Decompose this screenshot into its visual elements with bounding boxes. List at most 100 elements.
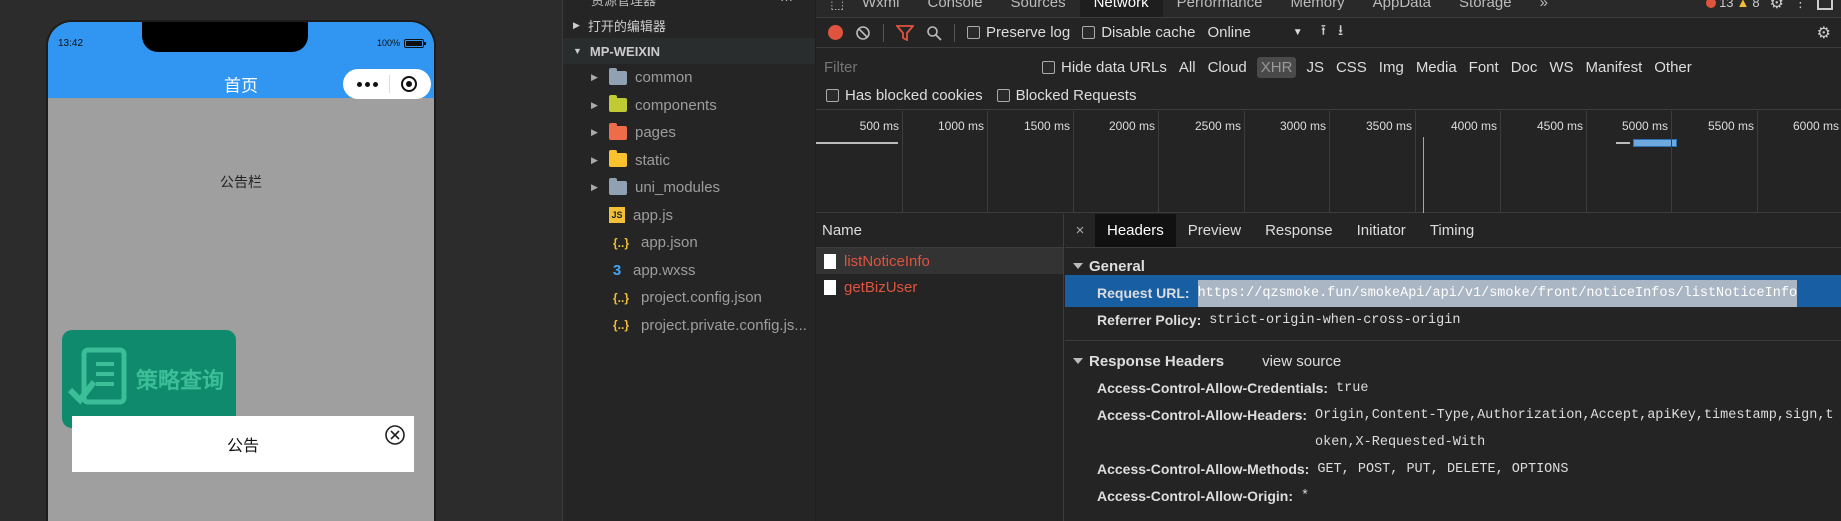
header-value: true (1336, 381, 1369, 396)
request-row[interactable]: getBizUser (816, 274, 1063, 300)
timeline-tick-label: 2500 ms (1194, 119, 1241, 133)
type-filter-other[interactable]: Other (1652, 57, 1694, 78)
timeline-tick-label: 5000 ms (1621, 119, 1668, 133)
download-icon[interactable]: ⭳ (1338, 20, 1343, 45)
throttling-select[interactable]: Online ▼ (1207, 24, 1302, 41)
type-filter-all[interactable]: All (1177, 57, 1198, 78)
error-badge[interactable]: 13 ▲ 8 (1706, 0, 1760, 10)
tree-item-common[interactable]: ▶ common (563, 64, 815, 92)
exit-circle-icon[interactable] (401, 76, 418, 92)
has-blocked-cookies-checkbox[interactable]: Has blocked cookies (826, 87, 983, 104)
more-tabs-icon[interactable]: » (1526, 0, 1562, 17)
tree-item-label: app.js (633, 206, 674, 224)
type-filter-img[interactable]: Img (1377, 57, 1406, 78)
name-column-header[interactable]: Name (816, 214, 1063, 248)
detail-tab-response[interactable]: Response (1253, 214, 1345, 247)
js-file-icon: JS (609, 207, 625, 224)
tree-item-pages[interactable]: ▶ pages (563, 119, 815, 147)
tab-console[interactable]: Console (914, 0, 997, 17)
detail-tab-preview[interactable]: Preview (1176, 214, 1253, 247)
project-section[interactable]: ▼ MP-WEIXIN (563, 38, 815, 64)
tree-item-project-config-json[interactable]: {..} project.config.json (563, 284, 815, 312)
type-filter-ws[interactable]: WS (1547, 57, 1575, 78)
more-icon[interactable] (356, 81, 378, 87)
timeline-tick: 3500 ms (1366, 111, 1416, 212)
tab-network[interactable]: Network (1079, 0, 1163, 17)
timeline-tick: 3000 ms (1280, 111, 1330, 212)
hide-data-urls-checkbox[interactable]: Hide data URLs (1042, 59, 1167, 76)
timeline-tick-label: 1000 ms (937, 119, 984, 133)
tree-item-components[interactable]: ▶ components (563, 92, 815, 120)
type-filter-css[interactable]: CSS (1334, 57, 1369, 78)
more-actions-icon[interactable]: ··· (780, 0, 793, 7)
warning-icon: ▲ (1736, 0, 1750, 10)
network-timeline[interactable]: 500 ms 1000 ms 1500 ms 2000 ms 2500 ms 3000 m… (816, 111, 1841, 213)
tree-item-uni-modules[interactable]: ▶ uni_modules (563, 174, 815, 202)
request-url-row[interactable]: Request URL: https://qzsmoke.fun/smokeAp… (1065, 275, 1841, 307)
disable-cache-checkbox[interactable]: Disable cache (1082, 24, 1195, 41)
timeline-tick: 1500 ms (1024, 111, 1074, 212)
request-row[interactable]: listNoticeInfo (816, 248, 1063, 274)
tree-item-app-js[interactable]: JS app.js (563, 202, 815, 230)
request-name: getBizUser (844, 278, 918, 296)
tree-item-project-private-config-js-[interactable]: {..} project.private.config.js... (563, 312, 815, 340)
timeline-tick: 500 ms (860, 111, 903, 212)
tab-memory[interactable]: Memory (1276, 0, 1358, 17)
timeline-tick-label: 3000 ms (1279, 119, 1326, 133)
type-filter-manifest[interactable]: Manifest (1584, 57, 1645, 78)
tab-wxml[interactable]: Wxml (848, 0, 914, 17)
blocked-requests-checkbox[interactable]: Blocked Requests (996, 87, 1136, 104)
more-vertical-icon[interactable]: ⋮ (1794, 0, 1807, 11)
folder-icon (609, 150, 627, 168)
filter-icon[interactable] (896, 24, 914, 41)
inspect-icon[interactable]: ⬚ (816, 0, 848, 17)
detail-tab-timing[interactable]: Timing (1418, 214, 1486, 247)
record-icon[interactable] (828, 25, 843, 40)
network-settings-icon[interactable]: ⚙ (1817, 23, 1831, 43)
search-icon[interactable] (926, 25, 942, 41)
upload-icon[interactable]: ⭱ (1321, 20, 1326, 45)
tree-item-static[interactable]: ▶ static (563, 147, 815, 175)
document-icon (824, 279, 836, 295)
tree-item-app-json[interactable]: {..} app.json (563, 229, 815, 257)
dock-icon[interactable] (1817, 0, 1833, 10)
filter-input[interactable] (824, 55, 1032, 79)
timeline-tick: 5500 ms (1708, 111, 1758, 212)
tree-item-label: components (635, 96, 717, 114)
timeline-tick-label: 4000 ms (1450, 119, 1497, 133)
open-editors-section[interactable]: ▶ 打开的编辑器 (563, 12, 815, 38)
view-source-link[interactable]: view source (1262, 353, 1341, 370)
settings-gear-icon[interactable]: ⚙ (1770, 0, 1784, 13)
type-filter-cloud[interactable]: Cloud (1206, 57, 1249, 78)
preserve-log-checkbox[interactable]: Preserve log (967, 24, 1070, 41)
detail-tab-headers[interactable]: Headers (1095, 214, 1176, 247)
type-filter-doc[interactable]: Doc (1509, 57, 1540, 78)
type-filter-media[interactable]: Media (1414, 57, 1459, 78)
timeline-tick-label: 6000 ms (1792, 119, 1839, 133)
chevron-right-icon: ▶ (591, 154, 598, 165)
tab-appdata[interactable]: AppData (1359, 0, 1445, 17)
timeline-tick-label: 1500 ms (1023, 119, 1070, 133)
tab-sources[interactable]: Sources (997, 0, 1080, 17)
tab-performance[interactable]: Performance (1163, 0, 1277, 17)
timeline-tick: 1000 ms (938, 111, 988, 212)
file-tree: ▶ common ▶ components ▶ pages ▶ static ▶ uni_modu… (563, 64, 815, 339)
type-filter-js[interactable]: JS (1304, 57, 1326, 78)
close-circle-icon[interactable] (384, 424, 406, 446)
timeline-tick-label: 4500 ms (1536, 119, 1583, 133)
chevron-right-icon: ▶ (573, 19, 580, 30)
json-file-icon: {..} (612, 290, 629, 305)
tab-storage[interactable]: Storage (1445, 0, 1526, 17)
devtools-tabs: ⬚ Wxml Console Sources Network Performance Me… (816, 0, 1841, 18)
modal-title: 公告 (226, 438, 259, 455)
type-filter-font[interactable]: Font (1467, 57, 1501, 78)
close-icon[interactable]: × (1065, 222, 1095, 239)
detail-tab-initiator[interactable]: Initiator (1345, 214, 1418, 247)
simulator-panel: 13:42 100% 首页 公告栏 策略查询 公告 (0, 0, 563, 521)
type-filter-xhr[interactable]: XHR (1256, 56, 1297, 78)
strategy-query-card[interactable]: 策略查询 (62, 330, 236, 428)
tree-item-app-wxss[interactable]: 3 app.wxss (563, 257, 815, 285)
clear-icon[interactable] (855, 25, 871, 41)
folder-icon (609, 67, 627, 85)
detail-tabs: × Headers Preview Response Initiator Timing (1065, 214, 1841, 248)
